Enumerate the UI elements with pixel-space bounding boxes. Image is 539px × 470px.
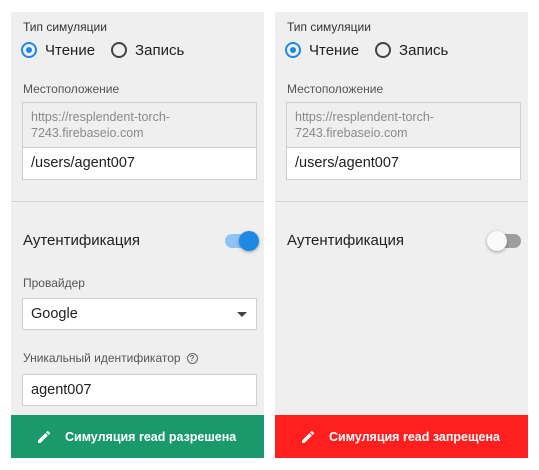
path-input[interactable]: /users/agent007 — [22, 147, 257, 180]
simulator-panel-auth-off: Тип симуляции Чтение Запись Местоположен… — [275, 12, 528, 458]
radio-read-checked-icon — [285, 42, 301, 58]
simulation-type-radio-group: Чтение Запись — [21, 39, 184, 61]
radio-write-unchecked-icon — [111, 42, 128, 58]
simulator-panel-auth-on: Тип симуляции Чтение Запись Местоположен… — [11, 12, 264, 458]
radio-read[interactable]: Чтение — [21, 42, 95, 59]
authentication-toggle[interactable] — [225, 231, 259, 251]
uid-input[interactable]: agent007 — [22, 374, 257, 406]
toggle-knob — [487, 231, 507, 251]
radio-write-unchecked-icon — [375, 42, 392, 58]
simulation-result-allowed[interactable]: Симуляция read разрешена — [11, 415, 264, 458]
provider-label: Провайдер — [23, 276, 85, 290]
divider — [275, 201, 528, 202]
location-label: Местоположение — [287, 82, 384, 96]
location-label: Местоположение — [23, 82, 120, 96]
path-input[interactable]: /users/agent007 — [286, 147, 521, 180]
provider-selected-value: Google — [31, 306, 78, 322]
simulation-type-radio-group: Чтение Запись — [285, 39, 448, 61]
simulation-type-label: Тип симуляции — [287, 20, 371, 34]
authentication-label: Аутентификация — [23, 232, 140, 249]
radio-write-label: Запись — [135, 41, 185, 59]
authentication-toggle[interactable] — [487, 231, 521, 251]
radio-read-label: Чтение — [45, 41, 96, 59]
radio-write-label: Запись — [399, 41, 449, 59]
radio-read-checked-icon — [21, 42, 37, 58]
radio-write[interactable]: Запись — [111, 42, 184, 59]
pencil-icon — [302, 430, 315, 443]
database-url: https://resplendent-torch- 7243.firebase… — [286, 102, 521, 148]
toggle-knob — [239, 231, 259, 251]
radio-read[interactable]: Чтение — [285, 42, 359, 59]
result-text: Симуляция read разрешена — [65, 429, 237, 444]
simulation-result-denied[interactable]: Симуляция read запрещена — [275, 415, 528, 458]
question-icon[interactable]: ? — [186, 352, 198, 364]
radio-write[interactable]: Запись — [375, 42, 448, 59]
radio-read-label: Чтение — [309, 41, 360, 59]
pencil-icon — [38, 430, 51, 443]
uid-label-row: Уникальный идентификатор ? — [23, 351, 198, 365]
divider — [11, 201, 264, 202]
result-text: Симуляция read запрещена — [329, 429, 500, 444]
uid-label: Уникальный идентификатор — [23, 351, 181, 365]
provider-select[interactable]: Google — [22, 298, 257, 330]
dropdown-caret-icon — [237, 312, 247, 317]
authentication-label: Аутентификация — [287, 232, 404, 249]
database-url: https://resplendent-torch- 7243.firebase… — [22, 102, 257, 148]
simulation-type-label: Тип симуляции — [23, 20, 107, 34]
